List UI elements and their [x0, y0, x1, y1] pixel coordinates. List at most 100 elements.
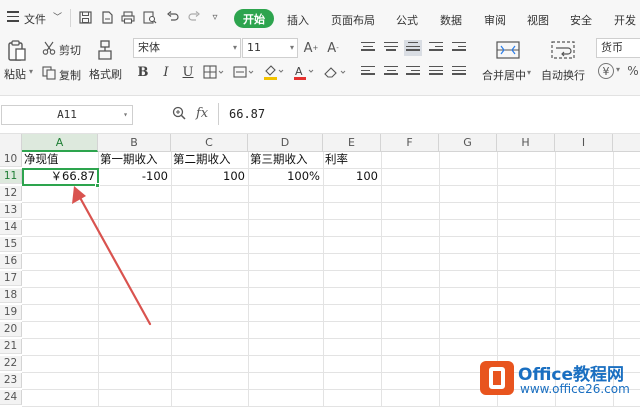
cut-button[interactable]: 剪切 [59, 42, 81, 58]
align-right-icon[interactable] [406, 66, 420, 78]
cell-c10[interactable]: 第二期收入 [173, 152, 248, 167]
increase-font-icon[interactable]: A + [303, 40, 319, 56]
tab-view[interactable]: 视图 [527, 12, 549, 28]
cell-e10[interactable]: 利率 [325, 152, 381, 167]
column-header-d[interactable]: D [248, 134, 323, 152]
underline-icon[interactable]: U [181, 64, 195, 80]
gridline [323, 152, 324, 407]
tab-review[interactable]: 审阅 [484, 12, 506, 28]
font-name-select[interactable]: 宋体 ▾ [133, 38, 241, 58]
column-header-a[interactable]: A [22, 134, 98, 152]
tab-formulas[interactable]: 公式 [396, 12, 418, 28]
formula-input[interactable]: 66.87 [218, 103, 640, 125]
merge-center-icon[interactable] [496, 39, 520, 61]
cell-d11[interactable]: 100% [248, 169, 323, 184]
bold-icon[interactable]: B [136, 64, 150, 80]
align-top-icon[interactable] [361, 42, 375, 54]
column-header-e[interactable]: E [323, 134, 381, 152]
number-format-value: 货币 [601, 41, 623, 54]
indent-increase-icon[interactable] [452, 42, 466, 54]
row-header-20[interactable]: 20 [0, 322, 22, 337]
hamburger-menu-icon[interactable] [7, 11, 19, 23]
column-header-c[interactable]: C [171, 134, 248, 152]
cell-c11[interactable]: 100 [171, 169, 248, 184]
row-header-24[interactable]: 24 [0, 390, 22, 405]
align-bottom-icon[interactable] [404, 40, 422, 56]
row-header-18[interactable]: 18 [0, 288, 22, 303]
tab-data[interactable]: 数据 [440, 12, 462, 28]
row-header-14[interactable]: 14 [0, 220, 22, 235]
cell-d10[interactable]: 第三期收入 [250, 152, 323, 167]
copy-icon [42, 66, 56, 80]
justify-icon[interactable] [429, 66, 443, 78]
distributed-align-icon[interactable] [452, 66, 466, 78]
column-header-b[interactable]: B [98, 134, 171, 152]
indent-decrease-icon[interactable] [429, 42, 443, 54]
borders-icon[interactable] [203, 64, 225, 80]
column-header-h[interactable]: H [497, 134, 555, 152]
row-header-12[interactable]: 12 [0, 186, 22, 201]
cell-e11[interactable]: 100 [323, 169, 381, 184]
row-header-23[interactable]: 23 [0, 373, 22, 388]
row-header-19[interactable]: 19 [0, 305, 22, 320]
copy-button[interactable]: 复制 [59, 67, 81, 83]
gridline [381, 152, 382, 407]
format-painter-button[interactable]: 格式刷 [89, 66, 122, 82]
paste-button[interactable]: 粘贴 [4, 66, 26, 82]
export-pdf-icon[interactable] [99, 9, 115, 25]
annotation-arrow [72, 186, 152, 326]
row-header-22[interactable]: 22 [0, 356, 22, 371]
print-preview-icon[interactable] [142, 9, 158, 25]
print-icon[interactable] [120, 9, 136, 25]
row-header-16[interactable]: 16 [0, 254, 22, 269]
paste-dropdown-icon[interactable]: ▾ [29, 67, 33, 76]
number-format-select[interactable]: 货币 [596, 38, 640, 58]
name-box[interactable]: A11 ▾ [1, 105, 133, 125]
undo-icon[interactable] [164, 9, 180, 25]
currency-icon[interactable]: ¥ [598, 63, 614, 79]
cell-a10[interactable]: 净现值 [24, 152, 98, 167]
column-header-g[interactable]: G [439, 134, 497, 152]
find-function-icon[interactable] [172, 106, 186, 120]
format-painter-icon[interactable] [95, 40, 115, 60]
tab-page-layout[interactable]: 页面布局 [331, 12, 375, 28]
tab-security[interactable]: 安全 [570, 12, 592, 28]
chevron-down-icon[interactable]: ﹀ [53, 10, 62, 23]
merge-center-button[interactable]: 合并居中 [482, 67, 526, 83]
row-header-21[interactable]: 21 [0, 339, 22, 354]
row-header-13[interactable]: 13 [0, 203, 22, 218]
percent-icon[interactable]: % [626, 63, 640, 79]
save-icon[interactable] [77, 9, 93, 25]
row-header-11[interactable]: 11 [0, 169, 22, 184]
tab-start[interactable]: 开始 [234, 9, 274, 28]
align-middle-icon[interactable] [384, 42, 398, 54]
redo-icon[interactable] [186, 9, 202, 25]
tab-insert[interactable]: 插入 [287, 12, 309, 28]
tab-developer[interactable]: 开发 [614, 12, 636, 28]
decrease-font-icon[interactable]: A- [325, 40, 341, 56]
column-header-f[interactable]: F [381, 134, 439, 152]
align-left-icon[interactable] [361, 66, 375, 78]
wrap-text-icon[interactable] [551, 39, 575, 61]
row-header-17[interactable]: 17 [0, 271, 22, 286]
row-header-10[interactable]: 10 [0, 152, 22, 167]
insert-function-icon[interactable]: fx [196, 106, 208, 121]
row-header-15[interactable]: 15 [0, 237, 22, 252]
paste-icon[interactable] [6, 40, 28, 62]
italic-icon[interactable]: I [159, 64, 173, 80]
select-all-corner[interactable] [0, 134, 22, 152]
merge-dropdown-icon[interactable]: ▾ [527, 68, 531, 77]
font-color-icon[interactable]: A [293, 64, 315, 80]
column-header-i[interactable]: I [555, 134, 613, 152]
wrap-text-button[interactable]: 自动换行 [541, 67, 585, 83]
clear-format-icon[interactable] [323, 64, 347, 80]
fill-color-icon[interactable] [263, 64, 285, 80]
align-center-icon[interactable] [384, 66, 398, 78]
file-menu[interactable]: 文件 [24, 11, 46, 27]
currency-dropdown-icon[interactable]: ▾ [616, 65, 620, 74]
font-size-select[interactable]: 11 ▾ [242, 38, 298, 58]
cell-b10[interactable]: 第一期收入 [100, 152, 171, 167]
cell-style-icon[interactable] [233, 64, 255, 80]
scissors-icon [42, 41, 56, 55]
customize-toolbar-icon[interactable]: ▿ [207, 9, 223, 25]
